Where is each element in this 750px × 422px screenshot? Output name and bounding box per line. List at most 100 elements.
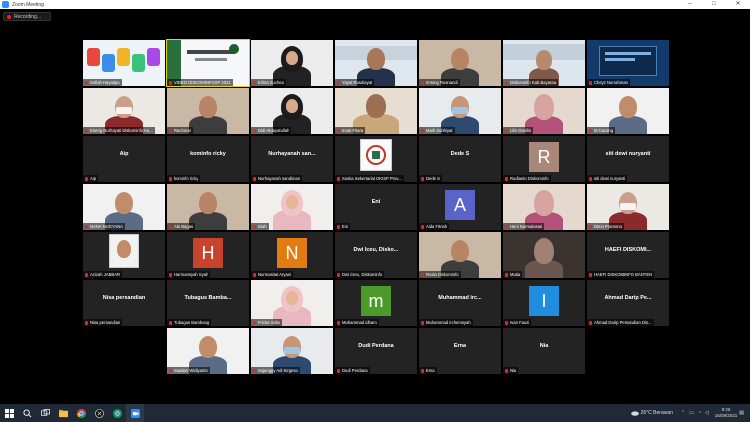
recording-indicator[interactable]: Recording... [3, 12, 51, 21]
participant-name: Rosia Diskominfo [426, 272, 459, 277]
participant-tile-ahmad-darip-persandian-dis[interactable]: Ahmad Darip Pe... Ahmad Darip Persandian … [587, 280, 669, 326]
weather-widget[interactable]: 26°C Berawan [630, 410, 673, 416]
nameplate: siti dewi nuryanti [587, 175, 627, 182]
mic-muted-icon [337, 80, 340, 85]
participant-tile-cheyz-nurrahman[interactable]: Cheyz Nurrahman [587, 40, 669, 86]
participant-tile-muhammad-idham[interactable]: m Muhammad idham [335, 280, 417, 326]
mic-muted-icon [169, 80, 172, 85]
battery-icon[interactable]: ▭ [689, 410, 694, 416]
participant-tile-septian-widiyanto[interactable]: Septian Widiyanto [167, 328, 249, 374]
participant-tile-didi-hidayatullah[interactable]: Didi Hidayatullah [251, 88, 333, 134]
close-button[interactable]: ✕ [726, 0, 750, 9]
participant-tile-dwi-rizeu-diskominfo[interactable]: Dwi Iceu, Disko... Dwi rizeu, Diskominfo [335, 232, 417, 278]
nameplate: Sofiah Hayatipa [83, 79, 122, 86]
minimize-button[interactable]: – [678, 0, 702, 9]
participant-name: Heni Nurmalasari [510, 224, 543, 229]
mic-muted-icon [85, 80, 88, 85]
participant-tile-diah[interactable]: Diah [251, 184, 333, 230]
app-icon[interactable] [90, 404, 108, 422]
nameplate: Suska Sekertariat DKISP Prov... [335, 175, 404, 182]
explorer-icon[interactable] [54, 404, 72, 422]
participant-tile-dede-s[interactable]: Dede S Dede S [419, 136, 501, 182]
mic-muted-icon [337, 224, 340, 229]
participant-tile-ema[interactable]: Erna Ema [419, 328, 501, 374]
participant-tile-fricka-vidia[interactable]: Fricka Vidia [251, 280, 333, 326]
participant-tile-eneng-nurhayati-diskominfo-ka[interactable]: Eneng Nurhayati Diskominfo Ka... [83, 88, 165, 134]
participant-name: Cheyz Nurrahman [594, 80, 628, 85]
participant-tile-imtong-rusnandi[interactable]: Imtong Rusnandi [419, 40, 501, 86]
participant-tile-harmansyah-syah[interactable]: H Harmansyah Syah [167, 232, 249, 278]
participant-tile-m-cacang[interactable]: M Cacang [587, 88, 669, 134]
notification-icon[interactable]: ▤ [739, 410, 744, 416]
participant-tile-kominfo-ricky[interactable]: kominfo ricky kominfo ricky [167, 136, 249, 182]
display-name-text: Dudi Perdana [358, 343, 394, 349]
participant-name: Sofiah Hayatipa [90, 80, 120, 85]
participant-tile-heni-nurmalasari[interactable]: Heni Nurmalasari [503, 184, 585, 230]
participant-tile-aida-fitriah[interactable]: A Aida Fitriah [419, 184, 501, 230]
participant-tile-aip[interactable]: Aip Aip [83, 136, 165, 182]
participant-tile-marli-subhiyat[interactable]: Marli Subhiyat [419, 88, 501, 134]
network-icon[interactable]: ◔ [698, 410, 701, 416]
participant-tile-azizah-jabbar[interactable]: Azizah JABBAR [83, 232, 165, 278]
participant-name: Mutia [510, 272, 521, 277]
participant-tile-rudianto-diskominfo[interactable]: R Rudianto Diskominfo [503, 136, 585, 182]
participant-name: Dimo Pramono [594, 224, 622, 229]
task-view-icon[interactable] [36, 404, 54, 422]
participant-tile-tubagus-bambang[interactable]: Tubagus Bamba... Tubagus Bambang [167, 280, 249, 326]
participant-tile-haefi-diskominfo-banten[interactable]: HAEFI DISKOMI... HAEFI DISKOMINFO BANTEN [587, 232, 669, 278]
volume-icon[interactable]: ◁ [705, 410, 709, 416]
participant-tile-ale-bagas[interactable]: Ale Bagas [167, 184, 249, 230]
participant-tile-nia[interactable]: Nia Nia [503, 328, 585, 374]
participant-tile-nurmasitat-aryani[interactable]: N Nurmasitat Aryani [251, 232, 333, 278]
nameplate: Dede S [419, 175, 442, 182]
system-tray: 26°C Berawan ⌃ ▭ ◔ ◁ 8:26 16/08/2021 ▤ [630, 404, 750, 422]
windows-icon[interactable] [0, 404, 18, 422]
participant-tile-video-diskominfosp-2021[interactable]: VIDEO DISKOMINFOSP 2021 [166, 39, 250, 87]
participant-tile-irvan-fitara[interactable]: Irvan Fitara [335, 88, 417, 134]
search-icon[interactable] [18, 404, 36, 422]
nameplate: Dudi Perdana [335, 367, 370, 374]
participant-tile-dimo-pramono[interactable]: Dimo Pramono [587, 184, 669, 230]
chrome-icon[interactable] [72, 404, 90, 422]
maximize-button[interactable]: □ [702, 0, 726, 9]
chrome-alt-icon[interactable] [108, 404, 126, 422]
mic-muted-icon [421, 320, 424, 325]
mic-muted-icon [253, 80, 256, 85]
participant-name: Rachmat [174, 128, 191, 133]
nameplate: Ahmad Darip Persandian Dis... [587, 319, 654, 326]
nameplate: Harmansyah Syah [167, 271, 211, 278]
clock[interactable]: 8:26 16/08/2021 [715, 407, 738, 419]
participant-tile-siti-dewi-nuryanti[interactable]: siti dewi nuryanti siti dewi nuryanti [587, 136, 669, 182]
participant-tile-eni[interactable]: Eni Eni [335, 184, 417, 230]
nameplate: Sujanggy Adi Kirgeso [251, 367, 300, 374]
participant-tile-dudi-perdana[interactable]: Dudi Perdana Dudi Perdana [335, 328, 417, 374]
participant-tile-lilis-danilis[interactable]: Lilis Danilis [503, 88, 585, 134]
chevron-up-icon[interactable]: ⌃ [681, 410, 685, 416]
participant-tile-sujanggy-adi-kirgeso[interactable]: Sujanggy Adi Kirgeso [251, 328, 333, 374]
mic-muted-icon [421, 368, 424, 373]
participant-tile-diskominfo-kab-bayaraa[interactable]: Diskominfo Kab.Bayaraa [503, 40, 585, 86]
participant-tile-ivan-fauzi[interactable]: I Ivan Fauzi [503, 280, 585, 326]
mic-muted-icon [337, 320, 340, 325]
mic-muted-icon [253, 368, 256, 373]
participant-tile-rosia-diskominfo[interactable]: Rosia Diskominfo [419, 232, 501, 278]
participant-tile-yayat-rusdiayat[interactable]: Yayat Rusdiayat [335, 40, 417, 86]
participant-tile-rachmat[interactable]: Rachmat [167, 88, 249, 134]
participant-tile-sofiah-hayatipa[interactable]: Sofiah Hayatipa [83, 40, 165, 86]
participant-tile-nurhayanah-sandiman[interactable]: Nurhayanah san... Nurhayanah sandiman [251, 136, 333, 182]
zoom-icon[interactable] [126, 404, 144, 422]
nameplate: Nurhayanah sandiman [251, 175, 303, 182]
mic-muted-icon [421, 128, 424, 133]
participant-tile-erlina-zuchea[interactable]: Erlina Zuchea [251, 40, 333, 86]
mic-muted-icon [505, 80, 508, 85]
mic-muted-icon [85, 272, 88, 277]
participant-tile-nana-nugyana[interactable]: NANA NUGYANA [83, 184, 165, 230]
participant-tile-muhammad-irchemsyah[interactable]: Muhammad irc... Muhammad irchemsyah [419, 280, 501, 326]
participant-tile-suska-sekertariat-dkisp-prov[interactable]: Suska Sekertariat DKISP Prov... [335, 136, 417, 182]
participant-name: Suska Sekertariat DKISP Prov... [342, 176, 402, 181]
display-name-text: Dede S [450, 151, 470, 157]
participant-tile-mutia[interactable]: Mutia [503, 232, 585, 278]
mic-muted-icon [505, 368, 508, 373]
participant-tile-nisa-persandian[interactable]: Nisa persandian Nisa persandian [83, 280, 165, 326]
mic-muted-icon [337, 176, 340, 181]
